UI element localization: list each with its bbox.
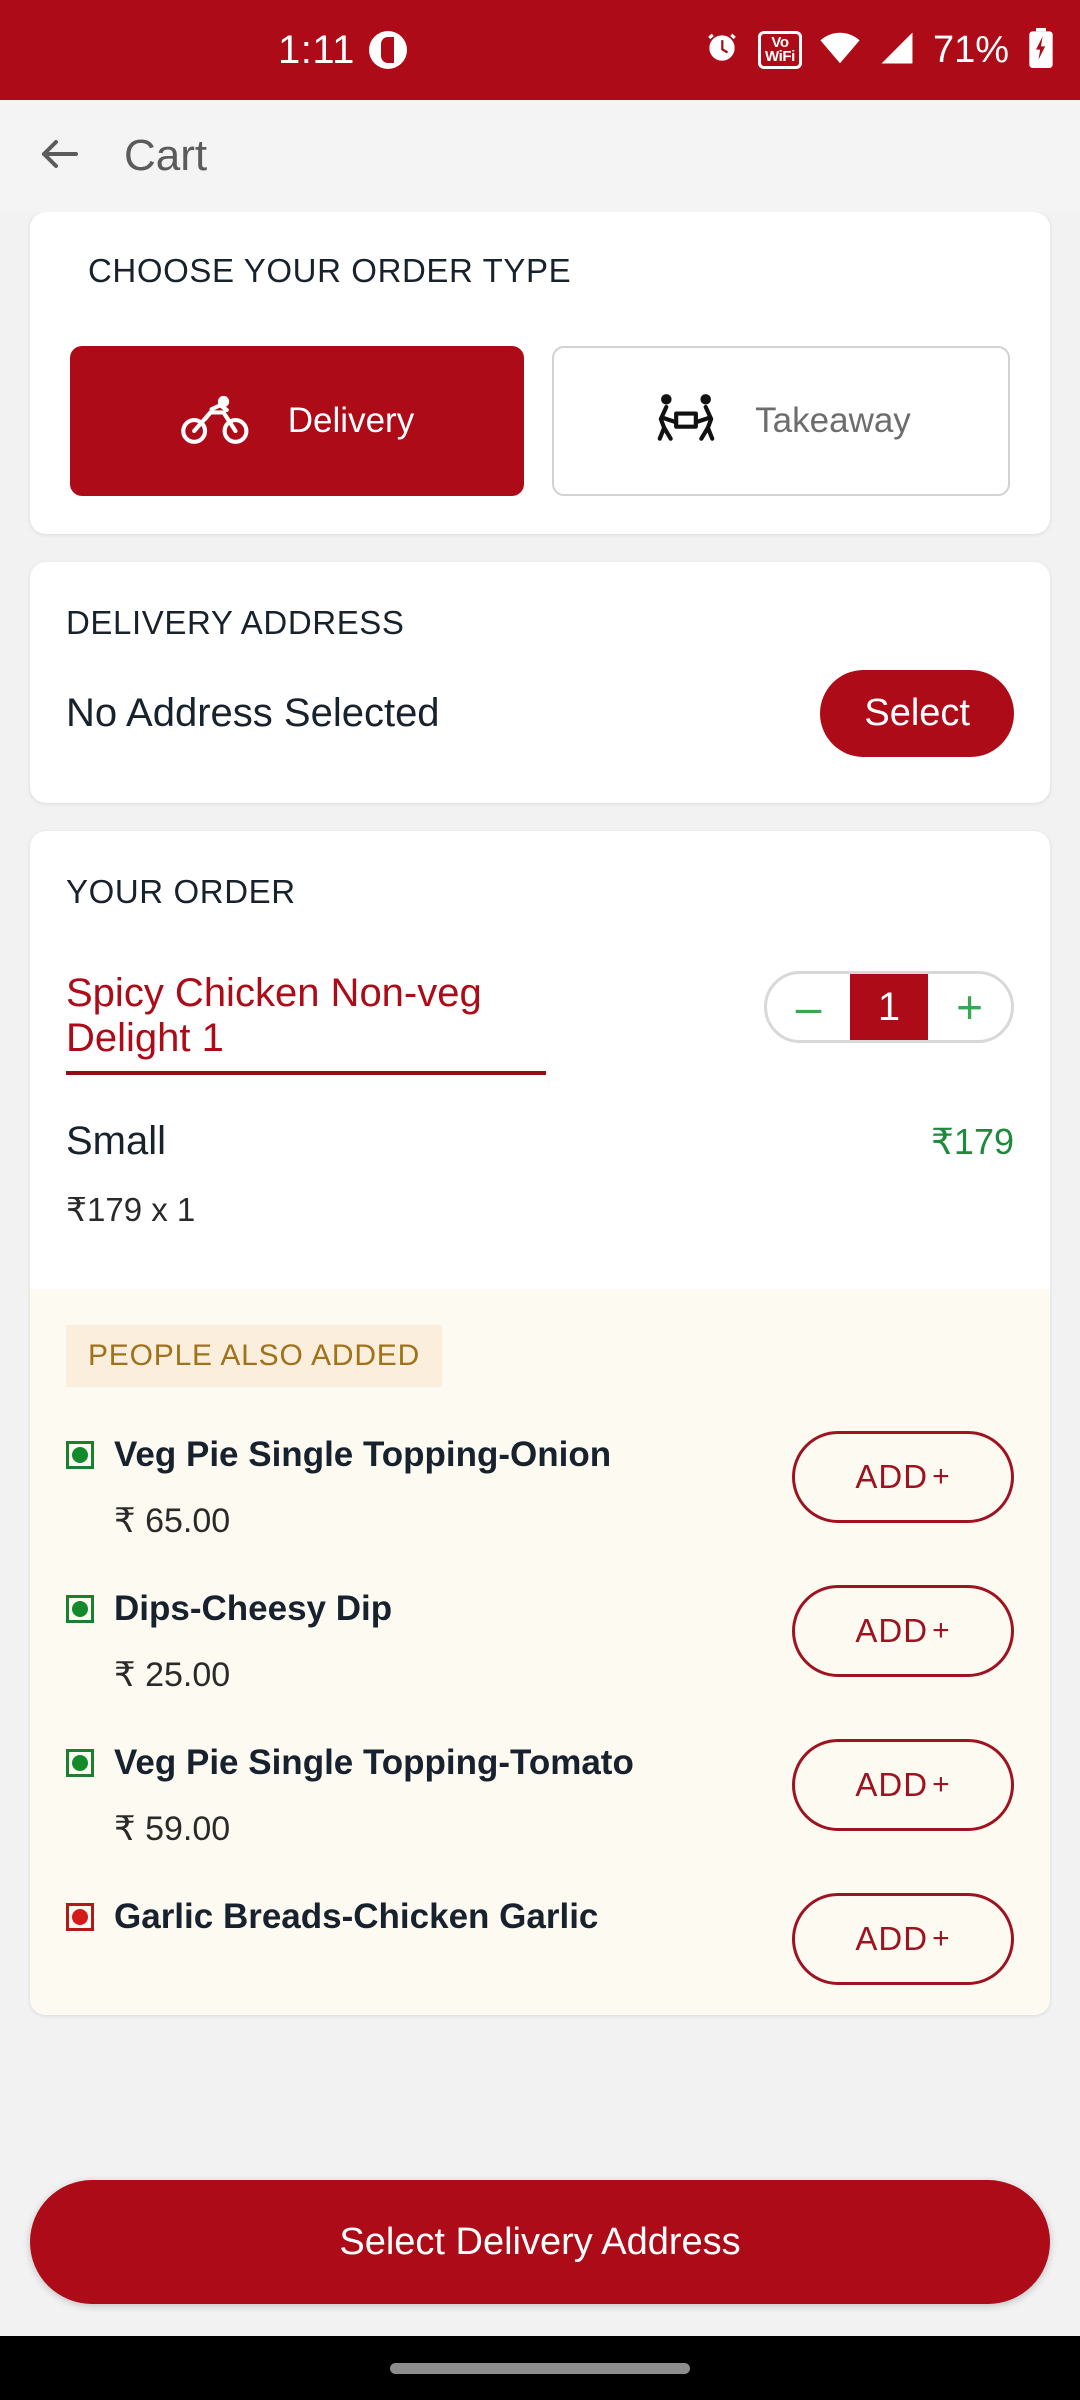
two-people-carrying-box-icon xyxy=(651,390,721,453)
system-navigation-bar xyxy=(0,2336,1080,2400)
order-type-card: CHOOSE YOUR ORDER TYPE Delivery Takeaway xyxy=(30,212,1050,534)
add-item-button[interactable]: ADD + xyxy=(792,1738,1014,1831)
alarm-clock-icon xyxy=(703,29,741,72)
add-button-label: ADD xyxy=(855,1919,929,1957)
suggested-item-price: ₹ 65.00 xyxy=(114,1501,231,1540)
cart-item-name[interactable]: Spicy Chicken Non-veg Delight 1 xyxy=(66,971,546,1075)
suggested-item-name: Dips-Cheesy Dip xyxy=(114,1588,393,1628)
order-type-heading: CHOOSE YOUR ORDER TYPE xyxy=(88,252,572,289)
suggested-item-nameline: Veg Pie Single Topping-Tomato xyxy=(66,1743,634,1783)
people-also-added-badge: PEOPLE ALSO ADDED xyxy=(66,1324,443,1387)
veg-indicator-icon xyxy=(66,1748,94,1777)
veg-indicator-icon xyxy=(66,1594,94,1623)
quantity-value: 1 xyxy=(850,974,928,1040)
order-type-options: Delivery Takeaway xyxy=(58,346,1022,496)
cart-item-price: ₹179 xyxy=(931,1120,1014,1162)
people-also-added-section: PEOPLE ALSO ADDED Veg Pie Single Topping… xyxy=(30,1288,1050,2015)
order-type-label-delivery: Delivery xyxy=(287,401,415,440)
back-arrow-icon[interactable] xyxy=(36,130,84,183)
status-bar-right: Vo WiFi 71% xyxy=(703,27,1056,73)
scroll-container[interactable]: CHOOSE YOUR ORDER TYPE Delivery Takeaway… xyxy=(0,212,1080,2400)
plus-icon: + xyxy=(932,1613,951,1647)
home-gesture-pill[interactable] xyxy=(390,2362,690,2374)
quantity-increment-button[interactable]: + xyxy=(928,974,1011,1040)
suggested-item-info: Veg Pie Single Topping-Onion ₹ 65.00 xyxy=(66,1431,611,1541)
nonveg-indicator-icon xyxy=(66,1902,94,1931)
delivery-address-card: DELIVERY ADDRESS No Address Selected Sel… xyxy=(30,562,1050,803)
vowifi-icon: Vo WiFi xyxy=(758,31,802,69)
your-order-top: YOUR ORDER Spicy Chicken Non-veg Delight… xyxy=(30,831,1050,1229)
suggested-item-info: Dips-Cheesy Dip ₹ 25.00 xyxy=(66,1585,392,1695)
vowifi-line-2: WiFi xyxy=(765,48,795,65)
order-type-option-takeaway[interactable]: Takeaway xyxy=(552,346,1010,496)
suggested-item-name: Garlic Breads-Chicken Garlic xyxy=(114,1896,599,1936)
suggested-item-nameline: Garlic Breads-Chicken Garlic xyxy=(66,1897,598,1937)
plus-icon: + xyxy=(932,1767,951,1801)
cart-item-row: Spicy Chicken Non-veg Delight 1 – 1 + xyxy=(66,971,1014,1075)
suggested-item-info: Veg Pie Single Topping-Tomato ₹ 59.00 xyxy=(66,1739,634,1849)
suggested-item-info: Garlic Breads-Chicken Garlic xyxy=(66,1893,598,1937)
cart-item-unit-price: ₹179 x 1 xyxy=(66,1190,196,1228)
list-item: Dips-Cheesy Dip ₹ 25.00 ADD + xyxy=(66,1584,1014,1695)
your-order-card: YOUR ORDER Spicy Chicken Non-veg Delight… xyxy=(30,831,1050,2015)
page-title: Cart xyxy=(124,131,208,180)
suggested-item-price: ₹ 25.00 xyxy=(114,1655,231,1694)
wifi-icon xyxy=(819,31,861,70)
list-item: Veg Pie Single Topping-Tomato ₹ 59.00 AD… xyxy=(66,1738,1014,1849)
suggested-item-nameline: Veg Pie Single Topping-Onion xyxy=(66,1435,611,1475)
app-notification-icon xyxy=(368,31,407,69)
select-address-button[interactable]: Select xyxy=(820,670,1014,757)
delivery-address-heading: DELIVERY ADDRESS xyxy=(66,604,405,641)
suggested-item-name: Veg Pie Single Topping-Tomato xyxy=(114,1742,634,1782)
status-bar-clock: 1:11 xyxy=(278,27,355,72)
cyclist-delivery-icon xyxy=(180,392,254,451)
cart-item-size: Small xyxy=(66,1118,167,1163)
list-item: Veg Pie Single Topping-Onion ₹ 65.00 ADD… xyxy=(66,1430,1014,1541)
veg-indicator-icon xyxy=(66,1440,94,1469)
add-button-label: ADD xyxy=(855,1457,929,1495)
add-button-label: ADD xyxy=(855,1611,929,1649)
delivery-address-row: No Address Selected Select xyxy=(66,670,1014,757)
suggested-item-nameline: Dips-Cheesy Dip xyxy=(66,1589,392,1629)
cart-item-size-row: Small ₹179 xyxy=(66,1119,1014,1164)
quantity-stepper[interactable]: – 1 + xyxy=(764,971,1014,1043)
suggested-item-name: Veg Pie Single Topping-Onion xyxy=(114,1434,612,1474)
status-bar: 1:11 Vo WiFi 71% xyxy=(0,0,1080,100)
status-bar-left: 1:11 xyxy=(278,28,407,73)
select-delivery-address-button[interactable]: Select Delivery Address xyxy=(30,2180,1050,2304)
add-item-button[interactable]: ADD + xyxy=(792,1584,1014,1677)
app-bar: Cart xyxy=(0,100,1080,212)
your-order-heading: YOUR ORDER xyxy=(66,873,296,910)
order-type-option-delivery[interactable]: Delivery xyxy=(70,346,524,496)
order-type-label-takeaway: Takeaway xyxy=(755,401,911,440)
cellular-signal-icon xyxy=(878,31,916,70)
add-item-button[interactable]: ADD + xyxy=(792,1430,1014,1523)
battery-percentage: 71% xyxy=(932,28,1009,71)
suggested-item-price: ₹ 59.00 xyxy=(114,1809,231,1848)
app-screen: 1:11 Vo WiFi 71% Cart CHOOSE YOUR ORDER … xyxy=(0,0,1080,2400)
quantity-decrement-button[interactable]: – xyxy=(767,974,850,1040)
plus-icon: + xyxy=(932,1921,951,1955)
plus-icon: + xyxy=(932,1459,951,1493)
add-item-button[interactable]: ADD + xyxy=(792,1892,1014,1985)
bottom-action-bar: Select Delivery Address xyxy=(0,2180,1080,2304)
list-item: Garlic Breads-Chicken Garlic ADD + xyxy=(66,1892,1014,1985)
battery-charging-icon xyxy=(1026,27,1056,73)
add-button-label: ADD xyxy=(855,1765,929,1803)
delivery-address-value: No Address Selected xyxy=(66,691,440,735)
